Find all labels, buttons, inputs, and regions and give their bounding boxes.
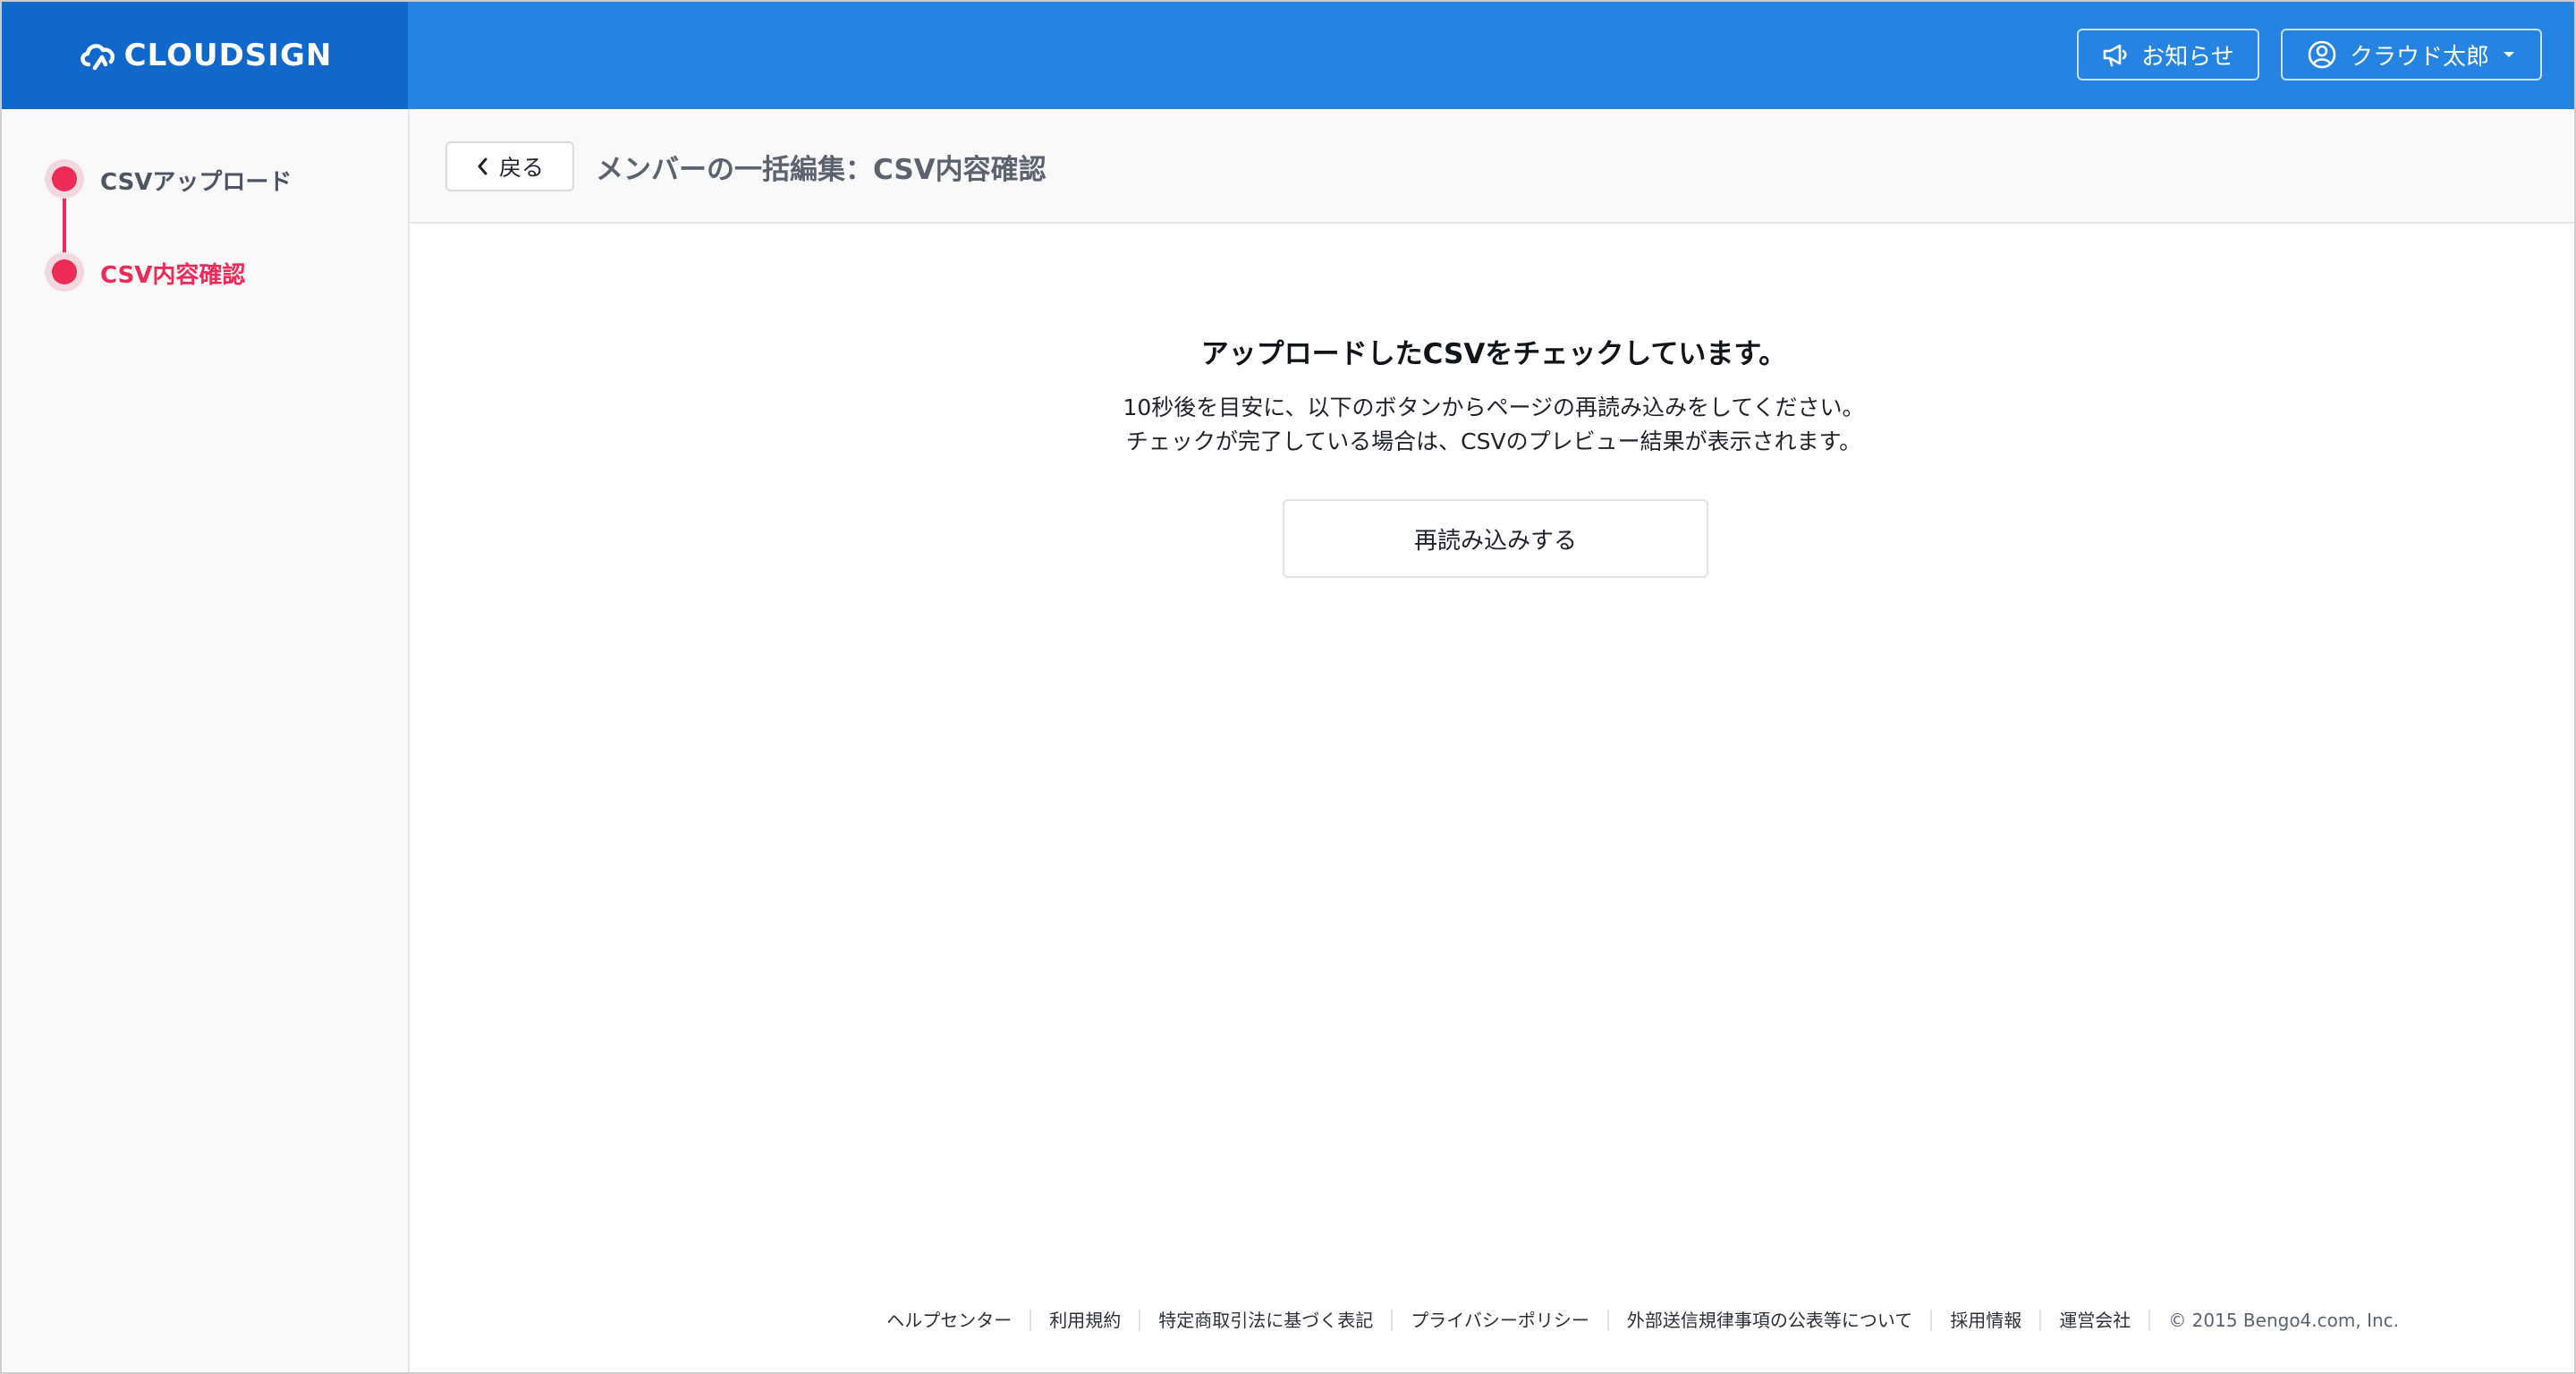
step-label: CSVアップロード <box>100 169 292 196</box>
top-header: CLOUDSIGN お知らせ クラウド太郎 <box>2 2 2574 109</box>
footer-link-external-transmission[interactable]: 外部送信規律事項の公表等について <box>1609 1310 1933 1331</box>
footer-link-terms[interactable]: 利用規約 <box>1031 1310 1141 1331</box>
sidebar-steps <box>2 109 410 1372</box>
footer: ヘルプセンター 利用規約 特定商取引法に基づく表記 プライバシーポリシー 外部送… <box>2 1310 2574 1336</box>
back-label: 戻る <box>498 155 544 181</box>
logo-area[interactable]: CLOUDSIGN <box>2 2 408 109</box>
status-message-line-1: 10秒後を目安に、以下のボタンからページの再読み込みをしてください。 <box>1123 394 1865 420</box>
chevron-left-icon <box>478 157 487 175</box>
step-dot-current <box>45 252 84 292</box>
footer-link-careers[interactable]: 採用情報 <box>1932 1310 2042 1331</box>
cloudsign-logo: CLOUDSIGN <box>78 38 333 73</box>
user-menu-button[interactable]: クラウド太郎 <box>2281 29 2542 81</box>
footer-link-help[interactable]: ヘルプセンター <box>869 1310 1032 1331</box>
step-dot <box>45 159 84 199</box>
footer-link-company[interactable]: 運営会社 <box>2041 1310 2151 1331</box>
footer-link-privacy[interactable]: プライバシーポリシー <box>1393 1310 1609 1331</box>
notice-button[interactable]: お知らせ <box>2077 29 2259 81</box>
status-heading: アップロードしたCSVをチェックしています。 <box>1200 338 1787 370</box>
footer-links: ヘルプセンター 利用規約 特定商取引法に基づく表記 プライバシーポリシー 外部送… <box>869 1310 2399 1331</box>
logo-text: CLOUDSIGN <box>123 38 333 73</box>
reload-button[interactable]: 再読み込みする <box>1283 499 1708 578</box>
notice-label: お知らせ <box>2141 43 2234 71</box>
status-message-line-2: チェックが完了している場合は、CSVのプレビュー結果が表示されます。 <box>1125 428 1862 454</box>
user-name: クラウド太郎 <box>2349 43 2489 71</box>
page-header: 戻る メンバーの一括編集：CSV内容確認 <box>410 109 2574 224</box>
back-button[interactable]: 戻る <box>445 141 574 191</box>
caret-down-icon <box>2504 52 2514 57</box>
app-window: CLOUDSIGN お知らせ クラウド太郎 CSVアップロード CSV内容確認 … <box>0 0 2576 1374</box>
page-title: メンバーの一括編集：CSV内容確認 <box>596 154 1046 186</box>
step-label-current: CSV内容確認 <box>100 262 246 289</box>
footer-link-commerce-law[interactable]: 特定商取引法に基づく表記 <box>1140 1310 1394 1331</box>
user-avatar-icon <box>2308 40 2336 69</box>
cloud-logo-icon <box>80 44 114 71</box>
copyright: © 2015 Bengo4.com, Inc. <box>2168 1310 2399 1331</box>
megaphone-icon <box>2103 44 2127 67</box>
